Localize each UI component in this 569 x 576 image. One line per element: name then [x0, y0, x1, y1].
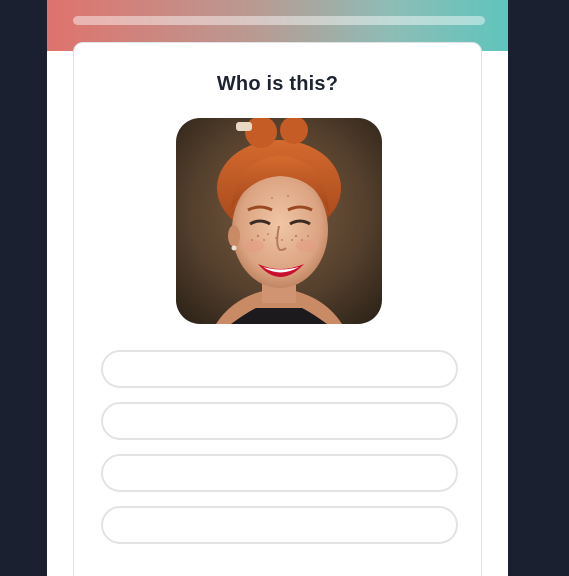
app-stage: Who is this? [0, 0, 569, 576]
answer-option-2[interactable] [101, 402, 458, 440]
answer-option-4[interactable] [101, 506, 458, 544]
progress-bar [73, 16, 485, 25]
quiz-screen: Who is this? [47, 0, 508, 576]
question-title: Who is this? [216, 73, 339, 95]
portrait-photo-icon [176, 118, 382, 324]
question-card: Who is this? [73, 42, 482, 576]
answer-option-3[interactable] [101, 454, 458, 492]
portrait-image [176, 118, 382, 324]
answer-option-1[interactable] [101, 350, 458, 388]
